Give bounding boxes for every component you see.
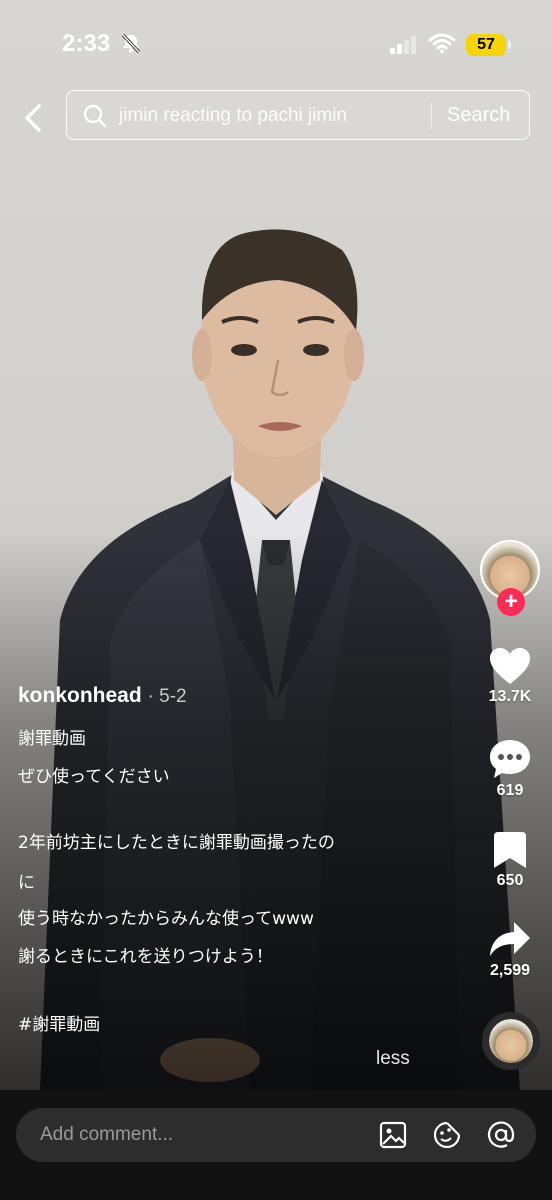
share-count: 2,599 xyxy=(489,962,531,979)
at-icon[interactable] xyxy=(486,1120,516,1150)
comment-bubble-icon xyxy=(490,740,530,778)
author-row: konkonhead · 5-2 xyxy=(18,684,438,708)
author-date-separator: · xyxy=(147,686,160,707)
music-disc-avatar xyxy=(489,1019,533,1063)
caption-line: 謝罪動画 xyxy=(18,729,86,749)
follow-plus-button[interactable]: + xyxy=(497,588,525,616)
like-count: 13.7K xyxy=(488,688,532,705)
battery-indicator: 57 xyxy=(466,34,506,56)
search-bar[interactable]: jimin reacting to pachi jimin Search xyxy=(66,90,530,140)
hashtag-link[interactable]: #謝罪動画 xyxy=(18,1014,100,1036)
heart-icon xyxy=(490,648,530,684)
video-caption: konkonhead · 5-2 謝罪動画 ぜひ使ってください 2年前坊主にした… xyxy=(18,684,438,1035)
bell-muted-icon xyxy=(121,33,141,54)
like-button[interactable]: 13.7K xyxy=(478,646,542,706)
caption-line: 使う時なかったからみんな使ってwww xyxy=(18,909,314,929)
share-arrow-icon xyxy=(490,922,530,956)
bookmark-icon xyxy=(494,832,526,868)
cellular-signal-icon xyxy=(390,36,416,54)
music-disc[interactable] xyxy=(482,1012,540,1070)
bookmark-button[interactable]: 650 xyxy=(478,830,542,890)
author-username[interactable]: konkonhead xyxy=(18,684,142,707)
caption-line: 謝るときにこれを送りつけよう！ xyxy=(18,947,273,967)
comment-button[interactable]: 619 xyxy=(478,738,542,800)
comment-bar: Add comment... xyxy=(0,1090,552,1200)
emoji-icon[interactable] xyxy=(432,1120,462,1150)
battery-tip xyxy=(508,41,511,49)
back-button[interactable] xyxy=(16,98,50,138)
comment-placeholder: Add comment... xyxy=(40,1124,174,1145)
caption-line: 2年前坊主にしたときに謝罪動画撮ったの xyxy=(18,833,335,853)
bookmark-count: 650 xyxy=(496,872,524,889)
video-bottom-gradient xyxy=(0,530,552,1090)
search-icon xyxy=(83,104,107,128)
caption-line: に xyxy=(18,873,35,893)
search-divider xyxy=(431,103,432,129)
comment-input[interactable]: Add comment... xyxy=(16,1108,536,1162)
caption-line: ぜひ使ってください xyxy=(18,767,170,787)
post-date: 5-2 xyxy=(159,686,187,707)
status-bar: 2:33 57 xyxy=(0,0,552,88)
less-button[interactable]: less xyxy=(376,1048,410,1070)
image-icon[interactable] xyxy=(378,1120,408,1150)
status-time: 2:33 xyxy=(62,30,111,57)
comment-count: 619 xyxy=(496,782,524,799)
wifi-icon xyxy=(428,33,456,54)
chevron-left-icon xyxy=(25,104,41,132)
search-button[interactable]: Search xyxy=(447,104,510,127)
tiktok-video-screen: 2:33 57 jimin reacting to pachi jimin Se… xyxy=(0,0,552,1200)
search-query-text[interactable]: jimin reacting to pachi jimin xyxy=(119,105,347,127)
share-button[interactable]: 2,599 xyxy=(478,920,542,980)
